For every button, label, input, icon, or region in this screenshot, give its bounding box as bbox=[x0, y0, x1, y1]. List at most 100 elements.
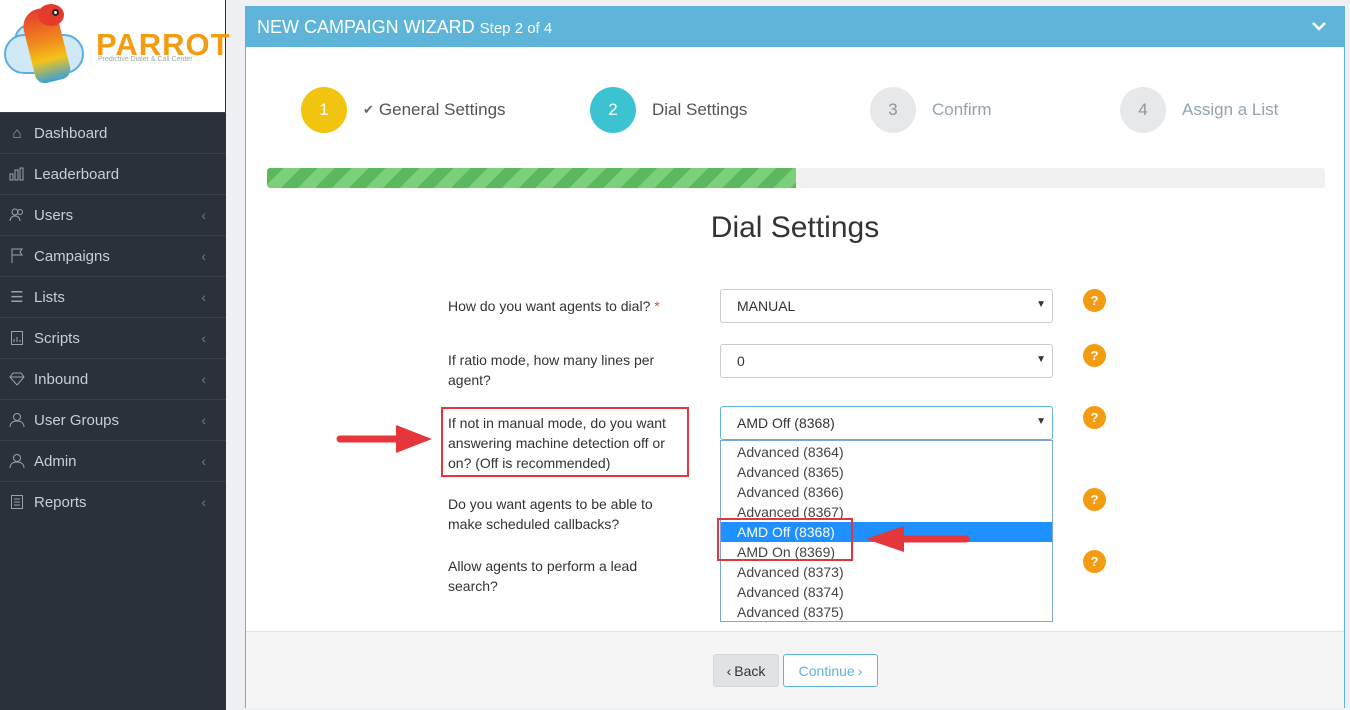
sidebar-item-label: Scripts bbox=[34, 329, 80, 347]
help-icon[interactable]: ? bbox=[1083, 289, 1106, 312]
list-icon: ☰ bbox=[10, 289, 24, 306]
question-ratio: If ratio mode, how many lines per agent? bbox=[448, 352, 655, 388]
wizard-progress-bar bbox=[267, 168, 1325, 188]
amd-option[interactable]: Advanced (8374) bbox=[721, 582, 1052, 602]
chevron-right-icon: › bbox=[857, 662, 863, 679]
step-label: Confirm bbox=[932, 100, 992, 119]
chevron-left-icon: ‹ bbox=[201, 494, 206, 510]
sidebar-item-admin[interactable]: Admin ‹ bbox=[0, 440, 226, 481]
sidebar: PARROT Predictive Dialer & Call Center ⌂… bbox=[0, 0, 230, 710]
back-button-label: Back bbox=[734, 662, 766, 679]
chevron-left-icon: ‹ bbox=[201, 330, 206, 346]
step-label: Assign a List bbox=[1182, 100, 1279, 119]
sidebar-item-scripts[interactable]: Scripts ‹ bbox=[0, 317, 226, 358]
users-icon bbox=[8, 206, 26, 224]
amd-option[interactable]: Advanced (8373) bbox=[721, 562, 1052, 582]
sidebar-item-label: Leaderboard bbox=[34, 165, 120, 183]
step-label: General Settings bbox=[378, 100, 506, 119]
caret-down-icon: ▼ bbox=[1036, 416, 1046, 427]
wizard-steps: 1 ✔ General Settings 2 Dial Settings 3 C… bbox=[246, 87, 1344, 137]
sidebar-item-label: Campaigns bbox=[34, 247, 110, 265]
caret-down-icon: ▼ bbox=[1036, 354, 1046, 365]
amd-option[interactable]: Advanced (8366) bbox=[721, 482, 1052, 502]
chevron-left-icon: ‹ bbox=[201, 248, 206, 264]
question-highlight-box bbox=[441, 407, 689, 477]
amd-option[interactable]: Advanced (8365) bbox=[721, 462, 1052, 482]
user-icon bbox=[8, 411, 26, 429]
amd-select[interactable]: AMD Off (8368) ▼ bbox=[720, 406, 1053, 440]
help-icon[interactable]: ? bbox=[1083, 406, 1106, 429]
chevron-left-icon: ‹ bbox=[201, 207, 206, 223]
amd-option[interactable]: Advanced (8364) bbox=[721, 442, 1052, 462]
sidebar-item-label: Dashboard bbox=[34, 124, 108, 142]
sidebar-item-inbound[interactable]: Inbound ‹ bbox=[0, 358, 226, 399]
dial-method-select[interactable]: MANUAL ▼ bbox=[720, 289, 1053, 323]
checkmark-icon: ✔ bbox=[363, 102, 374, 117]
sidebar-nav: ⌂ Dashboard Leaderboard Users ‹ Campaign… bbox=[0, 112, 226, 522]
help-icon[interactable]: ? bbox=[1083, 344, 1106, 367]
step-label: Dial Settings bbox=[652, 100, 748, 119]
logo[interactable]: PARROT Predictive Dialer & Call Center bbox=[0, 0, 230, 112]
chevron-left-icon: ‹ bbox=[726, 662, 732, 679]
flag-icon bbox=[8, 247, 26, 265]
chevron-left-icon: ‹ bbox=[201, 371, 206, 387]
section-title: Dial Settings bbox=[710, 211, 880, 244]
arrow-right-icon bbox=[336, 425, 432, 453]
bar-chart-icon bbox=[8, 165, 26, 183]
select-value: AMD Off (8368) bbox=[737, 415, 835, 431]
help-icon[interactable]: ? bbox=[1083, 488, 1106, 511]
sidebar-item-campaigns[interactable]: Campaigns ‹ bbox=[0, 235, 226, 276]
chevron-left-icon: ‹ bbox=[201, 453, 206, 469]
document-icon bbox=[8, 493, 26, 511]
step-number: 1 bbox=[301, 87, 347, 133]
step-number: 2 bbox=[590, 87, 636, 133]
required-marker: * bbox=[654, 298, 660, 314]
step-number: 3 bbox=[870, 87, 916, 133]
sidebar-item-label: Admin bbox=[34, 452, 77, 470]
caret-down-icon: ▼ bbox=[1036, 299, 1046, 310]
question-callbacks: Do you want agents to be able to make sc… bbox=[448, 496, 653, 532]
home-icon: ⌂ bbox=[12, 124, 22, 142]
brand-tagline: Predictive Dialer & Call Center bbox=[98, 56, 193, 63]
sidebar-item-label: Inbound bbox=[34, 370, 89, 388]
user-icon bbox=[8, 452, 26, 470]
back-button[interactable]: ‹ Back bbox=[713, 654, 779, 687]
amd-option[interactable]: Advanced (8375) bbox=[721, 602, 1052, 622]
step-dial-settings[interactable]: 2 Dial Settings bbox=[590, 87, 747, 133]
step-confirm[interactable]: 3 Confirm bbox=[870, 87, 992, 133]
chevron-down-icon[interactable] bbox=[1312, 15, 1326, 36]
wizard-title: NEW CAMPAIGN WIZARD bbox=[257, 16, 475, 37]
sidebar-item-label: User Groups bbox=[34, 411, 120, 429]
sidebar-item-dashboard[interactable]: ⌂ Dashboard bbox=[0, 112, 226, 153]
step-assign-list[interactable]: 4 Assign a List bbox=[1120, 87, 1278, 133]
sidebar-item-reports[interactable]: Reports ‹ bbox=[0, 481, 226, 522]
continue-button[interactable]: Continue › bbox=[783, 654, 878, 687]
sidebar-item-users[interactable]: Users ‹ bbox=[0, 194, 226, 235]
wizard-step-indicator: Step 2 of 4 bbox=[479, 19, 553, 37]
step-number: 4 bbox=[1120, 87, 1166, 133]
script-icon bbox=[8, 329, 26, 347]
question-dial-method: How do you want agents to dial? * bbox=[448, 296, 688, 316]
question-lead-search: Allow agents to perform a lead search? bbox=[448, 558, 638, 594]
wizard-header: NEW CAMPAIGN WIZARD Step 2 of 4 bbox=[246, 7, 1344, 47]
sidebar-item-label: Reports bbox=[34, 493, 87, 511]
wizard-footer: ‹ Back Continue › bbox=[246, 631, 1344, 708]
help-icon[interactable]: ? bbox=[1083, 550, 1106, 573]
continue-button-label: Continue bbox=[798, 662, 855, 679]
chevron-left-icon: ‹ bbox=[201, 289, 206, 305]
sidebar-item-leaderboard[interactable]: Leaderboard bbox=[0, 153, 226, 194]
wizard-panel: NEW CAMPAIGN WIZARD Step 2 of 4 1 ✔ Gene… bbox=[245, 6, 1345, 708]
question-label: How do you want agents to dial? bbox=[448, 298, 651, 314]
sidebar-item-user-groups[interactable]: User Groups ‹ bbox=[0, 399, 226, 440]
arrow-left-icon bbox=[866, 526, 970, 552]
parrot-eye bbox=[52, 9, 59, 16]
select-value: 0 bbox=[737, 353, 745, 369]
select-value: MANUAL bbox=[737, 298, 796, 314]
parrot-head bbox=[38, 4, 64, 26]
options-highlight-box bbox=[717, 518, 853, 561]
ratio-select[interactable]: 0 ▼ bbox=[720, 344, 1053, 378]
sidebar-item-lists[interactable]: ☰ Lists ‹ bbox=[0, 276, 226, 317]
chevron-left-icon: ‹ bbox=[201, 412, 206, 428]
sidebar-item-label: Users bbox=[34, 206, 74, 224]
step-general-settings[interactable]: 1 ✔ General Settings bbox=[301, 87, 506, 133]
